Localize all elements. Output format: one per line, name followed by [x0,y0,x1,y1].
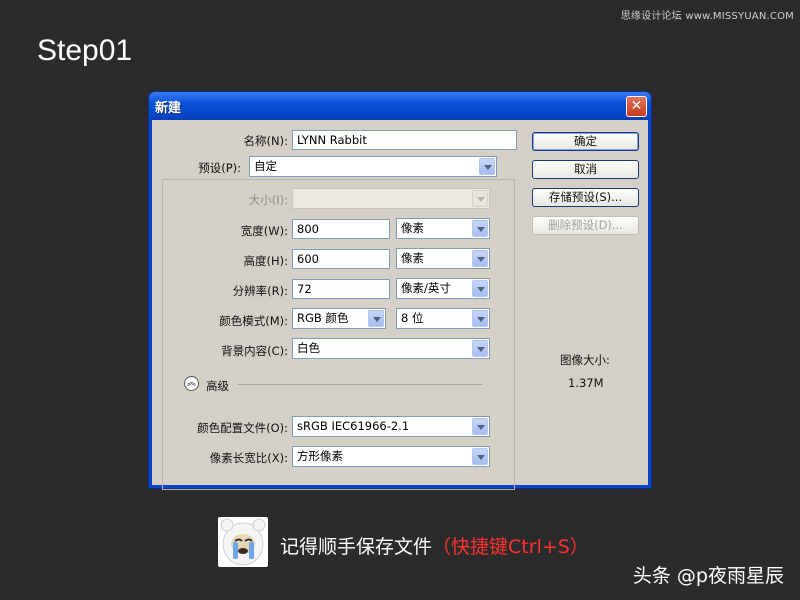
resolution-unit-value: 像素/英寸 [401,281,451,295]
close-icon: ✕ [630,98,643,114]
pixel-aspect-value: 方形像素 [297,449,343,463]
save-preset-button[interactable]: 存储预设(S)... [532,188,639,207]
dialog-client-area: 名称(N): LYNN Rabbit 预设(P): 自定 大小(I): 宽度(W… [152,120,648,490]
background-label: 背景内容(C): [221,344,288,358]
resolution-input[interactable]: 72 [292,279,390,299]
watermark-text: 思缘设计论坛 www.MISSYUAN.COM [620,11,794,22]
image-size-label: 图像大小: [560,353,610,367]
preset-label: 预设(P): [172,160,244,176]
height-input[interactable]: 600 [292,249,390,269]
height-unit-select[interactable]: 像素 [396,248,490,269]
width-unit-select[interactable]: 像素 [396,218,490,239]
background-value: 白色 [297,341,320,355]
crying-face-image [218,517,268,567]
chevron-down-icon [472,250,488,267]
color-mode-select[interactable]: RGB 颜色 [292,308,386,329]
chevron-down-icon [472,280,488,297]
chevron-down-icon [472,448,488,465]
dialog-title: 新建 [155,101,182,116]
preset-select[interactable]: 自定 [249,156,497,177]
bit-depth-value: 8 位 [401,311,424,325]
image-size-value: 1.37M [568,376,604,390]
advanced-label: 高级 [206,379,229,393]
color-mode-label: 颜色模式(M): [219,314,288,328]
double-chevron-up-icon: ︽ [186,378,196,388]
resolution-label: 分辨率(R): [232,284,288,298]
width-label: 宽度(W): [240,224,288,238]
chevron-down-icon [472,418,488,435]
shortcut-hint: （快捷键Ctrl+S） [432,536,589,558]
name-input[interactable]: LYNN Rabbit [292,130,517,150]
preset-value: 自定 [254,159,277,173]
cancel-button[interactable]: 取消 [532,160,639,179]
width-input[interactable]: 800 [292,219,390,239]
pixel-aspect-label: 像素长宽比(X): [209,451,288,465]
color-profile-select[interactable]: sRGB IEC61966-2.1 [292,416,490,437]
background-select[interactable]: 白色 [292,338,490,359]
step-title: Step01 [37,34,133,67]
color-mode-value: RGB 颜色 [297,311,349,325]
pixel-aspect-select[interactable]: 方形像素 [292,446,490,467]
size-select[interactable] [292,188,490,209]
chevron-down-icon [472,310,488,327]
height-unit-value: 像素 [401,251,424,265]
chevron-down-icon [472,340,488,357]
new-document-dialog: 新建 ✕ 名称(N): LYNN Rabbit 预设(P): 自定 大小(I):… [148,91,652,490]
height-label: 高度(H): [243,254,289,268]
chevron-down-icon [472,220,488,237]
name-label: 名称(N): [243,134,288,148]
bit-depth-select[interactable]: 8 位 [396,308,490,329]
chevron-down-icon [368,310,384,327]
dialog-titlebar: 新建 ✕ [149,92,651,120]
delete-preset-button[interactable]: 删除预设(D)... [532,216,639,235]
close-button[interactable]: ✕ [626,96,647,117]
advanced-divider [238,384,482,385]
color-profile-value: sRGB IEC61966-2.1 [297,419,410,433]
chevron-down-icon [479,158,495,175]
save-reminder-text: 记得顺手保存文件 [280,536,433,558]
chevron-down-icon [472,190,488,207]
resolution-unit-select[interactable]: 像素/英寸 [396,278,490,299]
width-unit-value: 像素 [401,221,424,235]
save-reminder: 记得顺手保存文件（快捷键Ctrl+S） [280,532,589,559]
ok-button[interactable]: 确定 [532,132,639,151]
color-profile-label: 颜色配置文件(O): [197,421,288,435]
size-label: 大小(I): [248,193,288,207]
author-credit: 头条 @p夜雨星辰 [632,565,784,587]
advanced-toggle[interactable]: ︽ [184,376,199,391]
